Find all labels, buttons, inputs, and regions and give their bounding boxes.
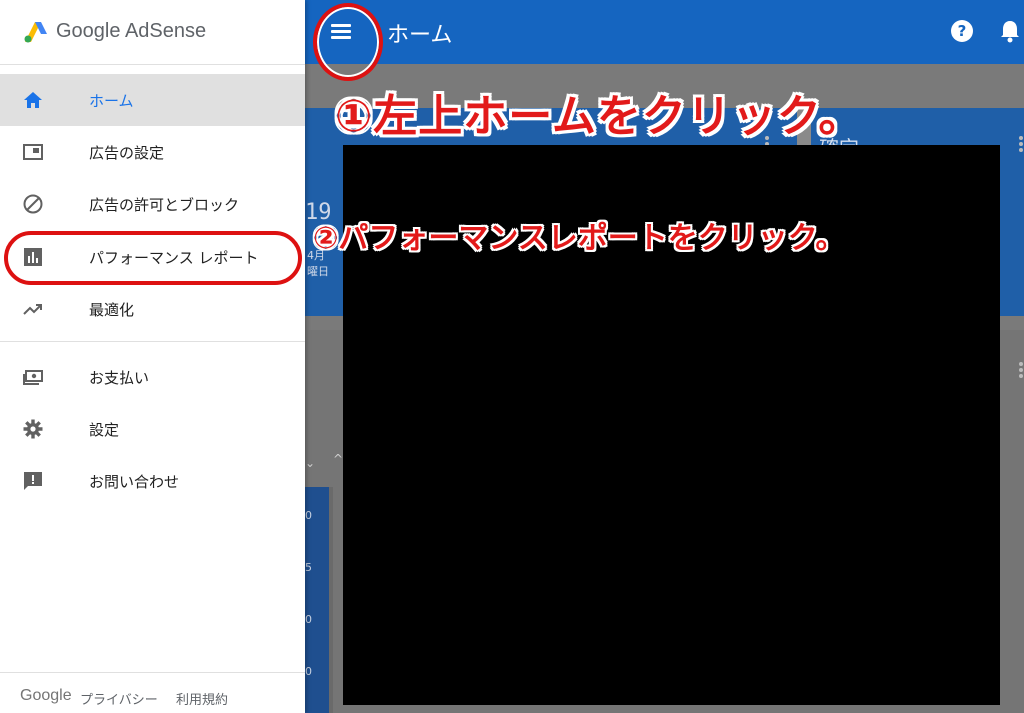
payments-icon xyxy=(23,370,43,385)
privacy-link[interactable]: プライバシー xyxy=(80,689,158,708)
nav-item-ad-settings[interactable]: 広告の設定 xyxy=(0,126,305,178)
nav-label: ホーム xyxy=(89,91,134,110)
gear-icon xyxy=(23,419,43,439)
row-value: 0 xyxy=(305,665,312,678)
chevron-down-icon[interactable]: ⌄ xyxy=(305,456,315,470)
nav-item-optimization[interactable]: 最適化 xyxy=(0,283,305,335)
notifications-icon[interactable] xyxy=(999,19,1021,43)
nav-item-payments[interactable]: お支払い xyxy=(0,351,305,403)
annotation-step1: ①左上ホームをクリック。 xyxy=(335,91,864,142)
adsense-logo[interactable]: Google AdSense xyxy=(22,16,206,46)
highlight-circle-menu xyxy=(313,3,383,81)
help-icon[interactable]: ? xyxy=(951,20,973,42)
nav-item-contact[interactable]: お問い合わせ xyxy=(0,455,305,507)
page-title: ホーム xyxy=(387,23,453,48)
nav-item-settings[interactable]: 設定 xyxy=(0,403,305,455)
home-icon xyxy=(24,92,42,108)
adsense-logo-icon xyxy=(24,22,47,43)
trending-up-icon xyxy=(23,304,42,315)
table-column-strip: 0 5 0 0 xyxy=(305,487,329,713)
nav-item-allow-block[interactable]: 広告の許可とブロック xyxy=(0,178,305,230)
divider xyxy=(0,341,305,342)
more-vert-icon[interactable] xyxy=(1019,136,1023,152)
ad-unit-icon xyxy=(23,144,43,160)
row-value: 5 xyxy=(305,561,312,574)
row-value: 0 xyxy=(305,613,312,626)
nav-label: 広告の設定 xyxy=(89,143,165,162)
google-logo: Google xyxy=(20,687,72,704)
nav-label: 設定 xyxy=(89,420,120,439)
nav-label: 広告の許可とブロック xyxy=(89,195,240,214)
nav-item-home[interactable]: ホーム xyxy=(0,74,305,126)
chevron-up-icon[interactable]: ^ xyxy=(333,452,343,466)
divider xyxy=(0,64,305,65)
drawer-footer: Google プライバシー 利用規約 xyxy=(0,672,305,713)
annotation-step2: ②パフォーマンスレポートをクリック。 xyxy=(313,221,846,256)
terms-link[interactable]: 利用規約 xyxy=(176,689,228,708)
feedback-icon xyxy=(24,472,42,490)
nav-label: お支払い xyxy=(89,368,150,387)
more-vert-icon[interactable] xyxy=(1019,362,1023,378)
row-value: 0 xyxy=(305,509,312,522)
nav-drawer: Google AdSense ホーム 広告の設定 広告の許可とブロック パフォー… xyxy=(0,0,305,713)
nav-label: お問い合わせ xyxy=(89,472,180,491)
column-divider xyxy=(329,487,333,713)
top-app-bar: ホーム ? xyxy=(305,0,1024,64)
main-app-area: ホーム ? 19 4月 曜日 確定 ⌄ ^ 0 5 0 0 ①左上ホームをクリッ… xyxy=(305,0,1024,713)
nav-label: 最適化 xyxy=(89,300,135,319)
logo-text: Google AdSense xyxy=(56,19,207,42)
block-icon xyxy=(23,194,43,214)
highlight-circle-report xyxy=(4,231,302,285)
